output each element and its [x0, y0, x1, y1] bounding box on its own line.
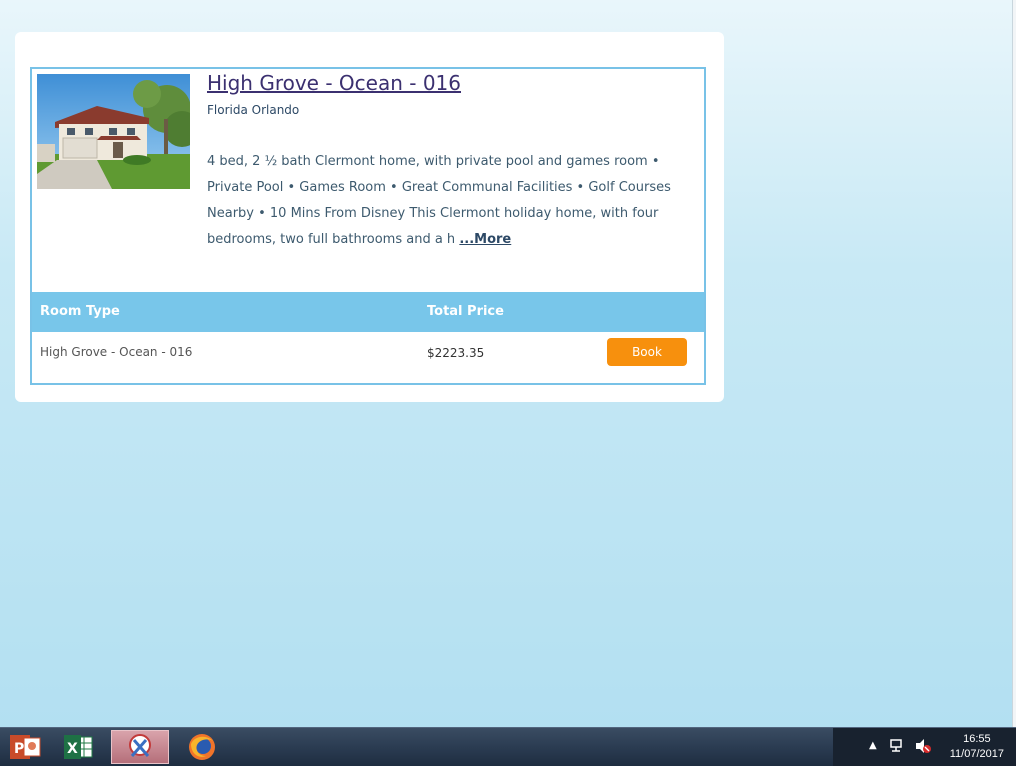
clock-time: 16:55	[963, 733, 991, 745]
header-total-price: Total Price	[427, 304, 504, 319]
svg-text:P: P	[14, 741, 24, 757]
taskbar-app-snipping-tool[interactable]	[111, 730, 169, 764]
property-photo[interactable]	[37, 74, 190, 189]
window-edge	[1012, 0, 1016, 727]
property-description: 4 bed, 2 ½ bath Clermont home, with priv…	[207, 149, 697, 253]
clock[interactable]: 16:55 11/07/2017	[950, 732, 1004, 762]
room-type-cell: High Grove - Ocean - 016	[40, 345, 193, 359]
network-icon[interactable]	[889, 738, 903, 752]
property-listing: High Grove - Ocean - 016 Florida Orlando…	[30, 67, 706, 385]
taskbar: P X ▲ 16:55 11/07/2017	[0, 727, 1016, 766]
more-link[interactable]: ...More	[459, 232, 511, 247]
table-row: High Grove - Ocean - 016 $2223.35 Book	[32, 332, 704, 383]
taskbar-app-firefox[interactable]	[176, 730, 228, 764]
total-price-cell: $2223.35	[427, 346, 485, 360]
results-card: High Grove - Ocean - 016 Florida Orlando…	[15, 32, 724, 402]
taskbar-app-powerpoint[interactable]: P	[0, 730, 52, 764]
snipping-tool-icon	[129, 734, 151, 757]
powerpoint-icon: P	[10, 735, 41, 759]
svg-text:X: X	[67, 741, 78, 757]
description-text: 4 bed, 2 ½ bath Clermont home, with priv…	[207, 154, 671, 247]
system-tray: ▲ 16:55 11/07/2017	[833, 728, 1016, 766]
house-image	[37, 74, 190, 189]
volume-muted-icon[interactable]	[915, 738, 931, 754]
taskbar-app-excel[interactable]: X	[52, 730, 104, 764]
header-room-type: Room Type	[40, 304, 120, 319]
property-title-link[interactable]: High Grove - Ocean - 016	[207, 71, 461, 95]
tray-expand-icon[interactable]: ▲	[869, 740, 877, 751]
firefox-icon	[189, 734, 215, 760]
book-button[interactable]: Book	[607, 338, 687, 366]
rooms-table-header: Room Type Total Price	[32, 292, 704, 332]
property-location: Florida Orlando	[207, 103, 300, 117]
excel-icon: X	[64, 735, 93, 759]
clock-date: 11/07/2017	[949, 748, 1004, 760]
